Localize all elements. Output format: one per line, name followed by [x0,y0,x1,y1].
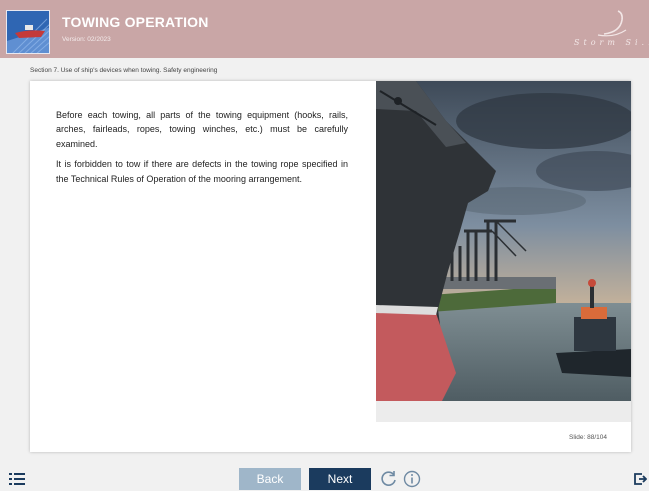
course-version: Version: 02/2023 [62,36,111,43]
brand-text: Storm Si... [574,38,649,47]
slide-text: Before each towing, all parts of the tow… [56,108,348,192]
reload-icon[interactable] [380,470,398,488]
brand-logo: Storm Si... [574,8,649,52]
next-button[interactable]: Next [309,468,371,490]
course-title: TOWING OPERATION [62,14,209,30]
photo-caption-strip [376,401,631,422]
bottom-navigation: Back Next [0,462,649,491]
slide-counter: Slide: 88/104 [569,434,607,441]
info-icon[interactable] [403,470,421,488]
slide-card: Before each towing, all parts of the tow… [30,81,631,452]
paragraph-prohibition: It is forbidden to tow if there are defe… [56,159,348,184]
list-icon[interactable] [9,472,25,486]
course-logo [6,10,50,54]
ship-photo [376,81,631,401]
exit-icon[interactable] [633,472,648,486]
header-bar: TOWING OPERATION Version: 02/2023 Storm … [0,0,649,58]
paragraph-inspection: Before each towing, all parts of the tow… [56,110,348,149]
back-button[interactable]: Back [239,468,301,490]
breadcrumb: Section 7. Use of ship's devices when to… [30,67,218,74]
